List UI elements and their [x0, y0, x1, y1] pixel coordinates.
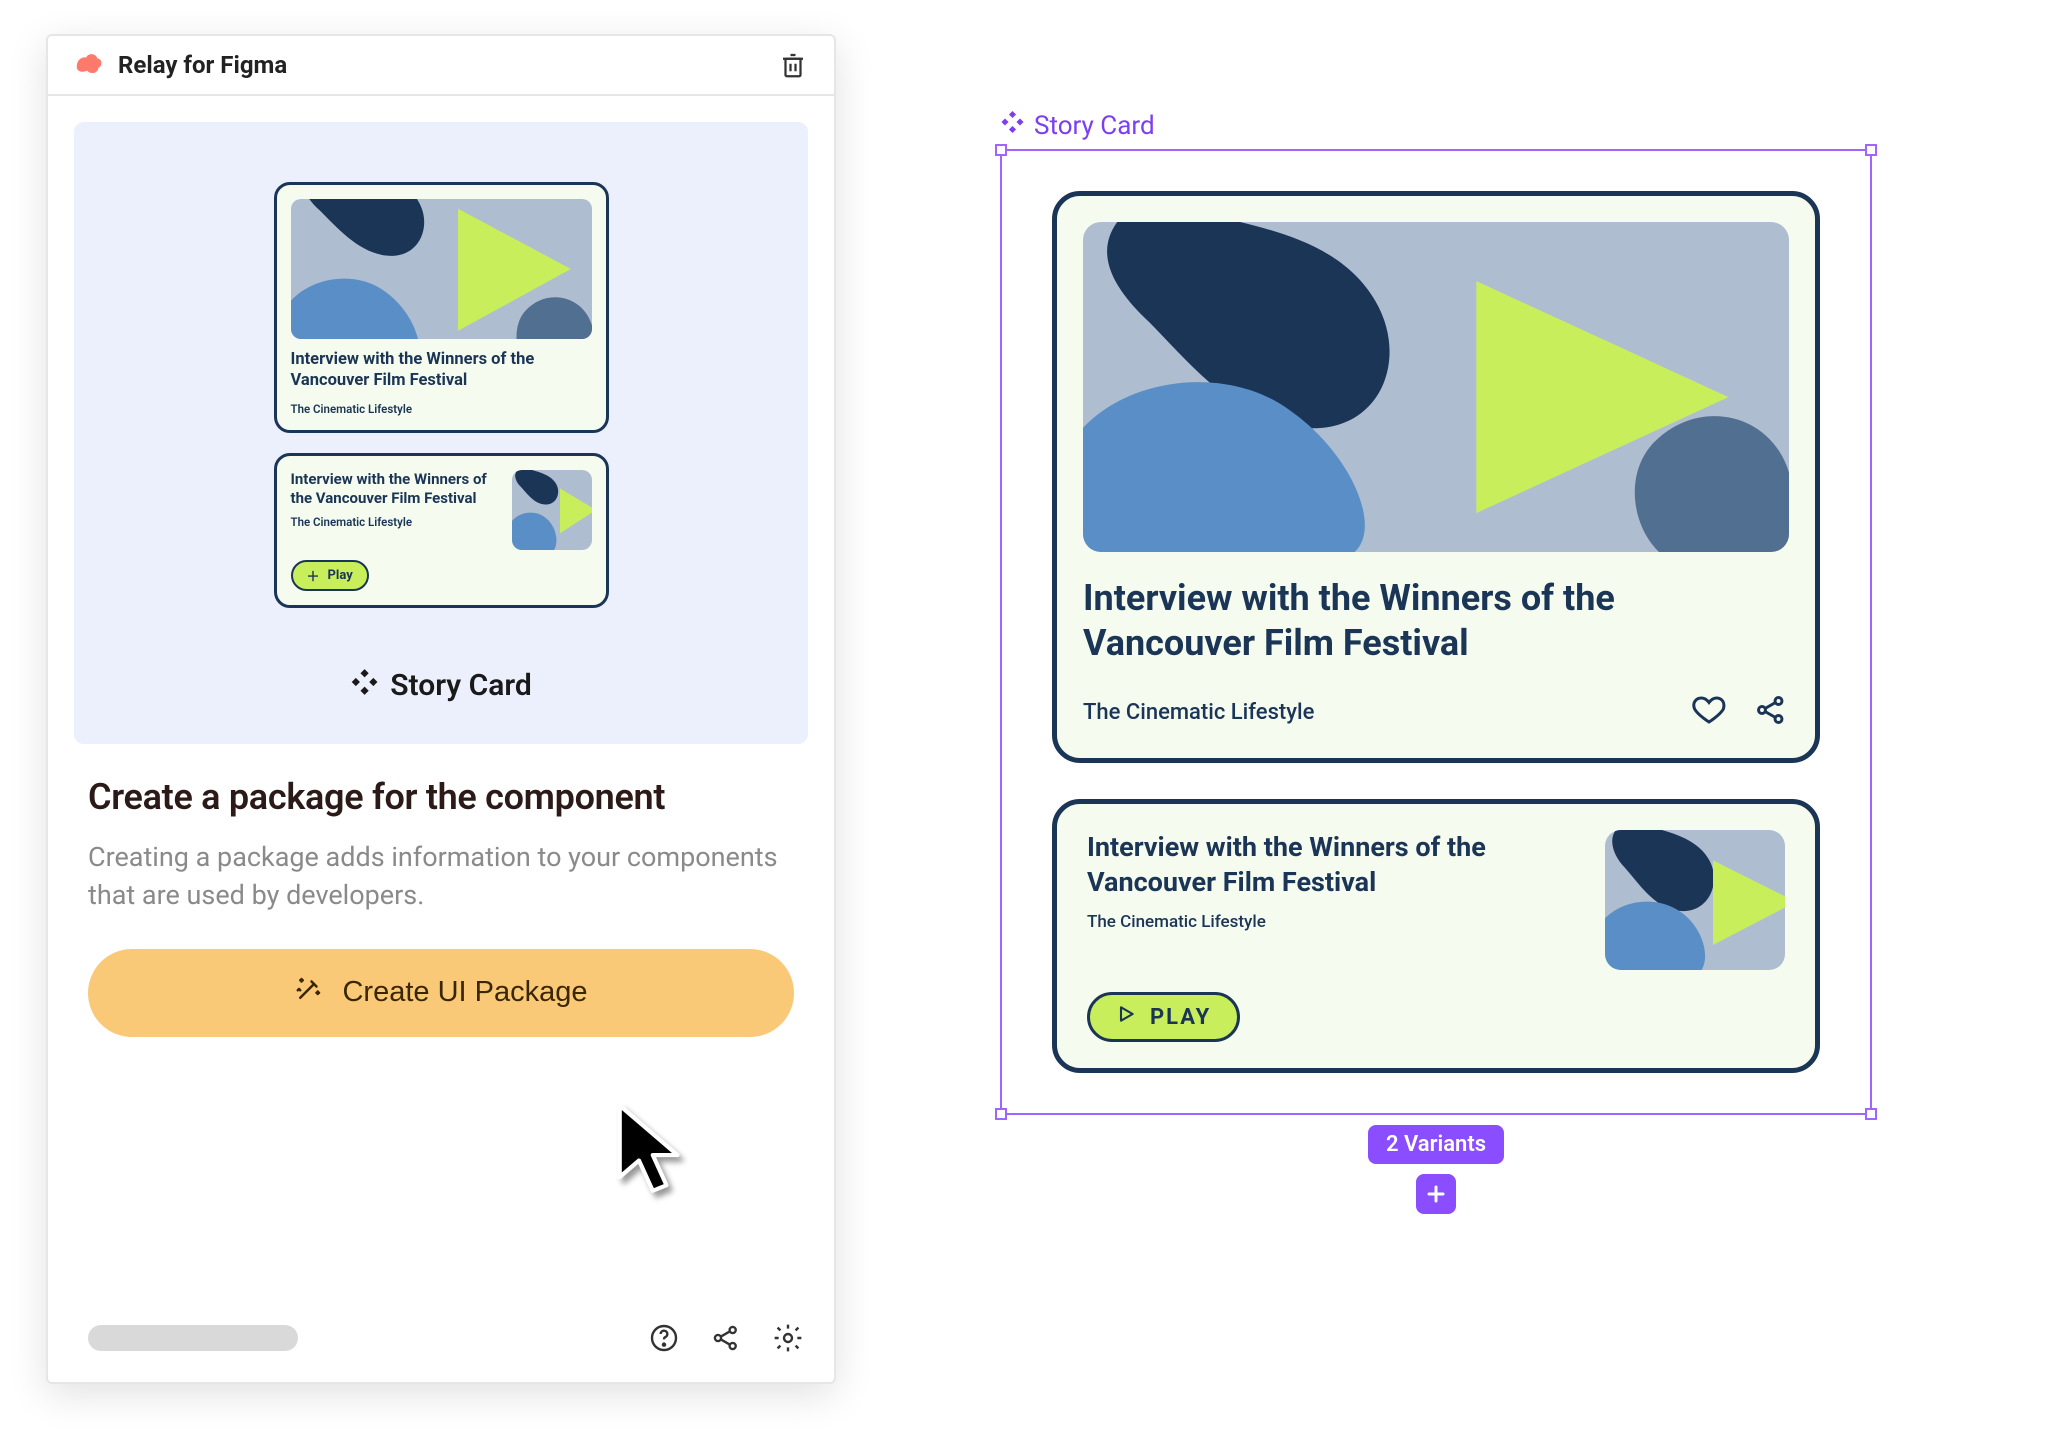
- panel-header: Relay for Figma: [48, 36, 834, 96]
- play-triangle-icon: [1116, 1004, 1136, 1030]
- resize-handle[interactable]: [1865, 144, 1877, 156]
- story-card-thumbnail-small: [1605, 830, 1785, 970]
- preview-thumb: [291, 199, 592, 339]
- story-card-large[interactable]: Interview with the Winners of the Vancou…: [1052, 191, 1820, 763]
- preview-card-large: Interview with the Winners of the Vancou…: [274, 182, 609, 433]
- play-button-label: PLAY: [1150, 1005, 1211, 1030]
- resize-handle[interactable]: [995, 1108, 1007, 1120]
- component-name-label: Story Card: [350, 668, 532, 704]
- relay-plugin-panel: Relay for Figma Interview with the Winne…: [46, 34, 836, 1384]
- selection-frame[interactable]: Interview with the Winners of the Vancou…: [1000, 149, 1872, 1115]
- story-card-meta-row: The Cinematic Lifestyle: [1083, 692, 1789, 732]
- settings-icon[interactable]: [772, 1322, 804, 1354]
- story-card-subtitle: The Cinematic Lifestyle: [1083, 700, 1665, 725]
- story-card-small[interactable]: Interview with the Winners of the Vancou…: [1052, 799, 1820, 1073]
- variants-chip[interactable]: 2 Variants: [1368, 1125, 1504, 1164]
- frame-label-text: Story Card: [1034, 111, 1155, 141]
- relay-logo-icon: [74, 50, 104, 80]
- share-icon[interactable]: [710, 1322, 742, 1354]
- add-variant-button[interactable]: [1416, 1174, 1456, 1214]
- share-icon[interactable]: [1753, 692, 1789, 732]
- panel-heading: Create a package for the component: [88, 776, 794, 818]
- preview-card-title: Interview with the Winners of the Vancou…: [291, 349, 592, 392]
- story-card-subtitle: The Cinematic Lifestyle: [1087, 912, 1575, 932]
- figma-canvas: Story Card Interview with the Winners of…: [1000, 110, 1872, 1214]
- preview-play-pill: ＋ Play: [291, 560, 369, 591]
- preview-card-subtitle: The Cinematic Lifestyle: [291, 515, 498, 529]
- magic-wand-icon: [294, 974, 324, 1012]
- heart-icon[interactable]: [1691, 692, 1727, 732]
- panel-description: Creating a package adds information to y…: [88, 838, 794, 915]
- story-card-title: Interview with the Winners of the Vancou…: [1087, 830, 1575, 900]
- delete-icon[interactable]: [778, 50, 808, 80]
- preview-card-small: Interview with the Winners of the Vancou…: [274, 453, 609, 608]
- panel-footer: [48, 1322, 834, 1382]
- help-icon[interactable]: [648, 1322, 680, 1354]
- preview-stack: Interview with the Winners of the Vancou…: [274, 182, 609, 608]
- panel-title: Relay for Figma: [118, 51, 764, 79]
- resize-handle[interactable]: [995, 144, 1007, 156]
- preview-thumb-small: [512, 470, 592, 550]
- variants-indicator: 2 Variants: [1000, 1125, 1872, 1214]
- component-preview-area: Interview with the Winners of the Vancou…: [74, 122, 808, 744]
- play-button[interactable]: PLAY: [1087, 992, 1240, 1042]
- component-name-text: Story Card: [390, 668, 532, 703]
- panel-body: Create a package for the component Creat…: [48, 744, 834, 1037]
- create-button-label: Create UI Package: [342, 976, 587, 1009]
- resize-handle[interactable]: [1865, 1108, 1877, 1120]
- story-card-thumbnail: [1083, 222, 1789, 552]
- component-icon: [350, 668, 378, 704]
- create-ui-package-button[interactable]: Create UI Package: [88, 949, 794, 1037]
- footer-placeholder-bar: [88, 1325, 298, 1351]
- frame-label[interactable]: Story Card: [1000, 110, 1872, 141]
- story-card-title: Interview with the Winners of the Vancou…: [1083, 576, 1789, 666]
- component-icon: [1000, 110, 1024, 141]
- plus-icon: ＋: [307, 566, 320, 585]
- preview-card-subtitle: The Cinematic Lifestyle: [291, 402, 592, 416]
- preview-card-title: Interview with the Winners of the Vancou…: [291, 470, 498, 509]
